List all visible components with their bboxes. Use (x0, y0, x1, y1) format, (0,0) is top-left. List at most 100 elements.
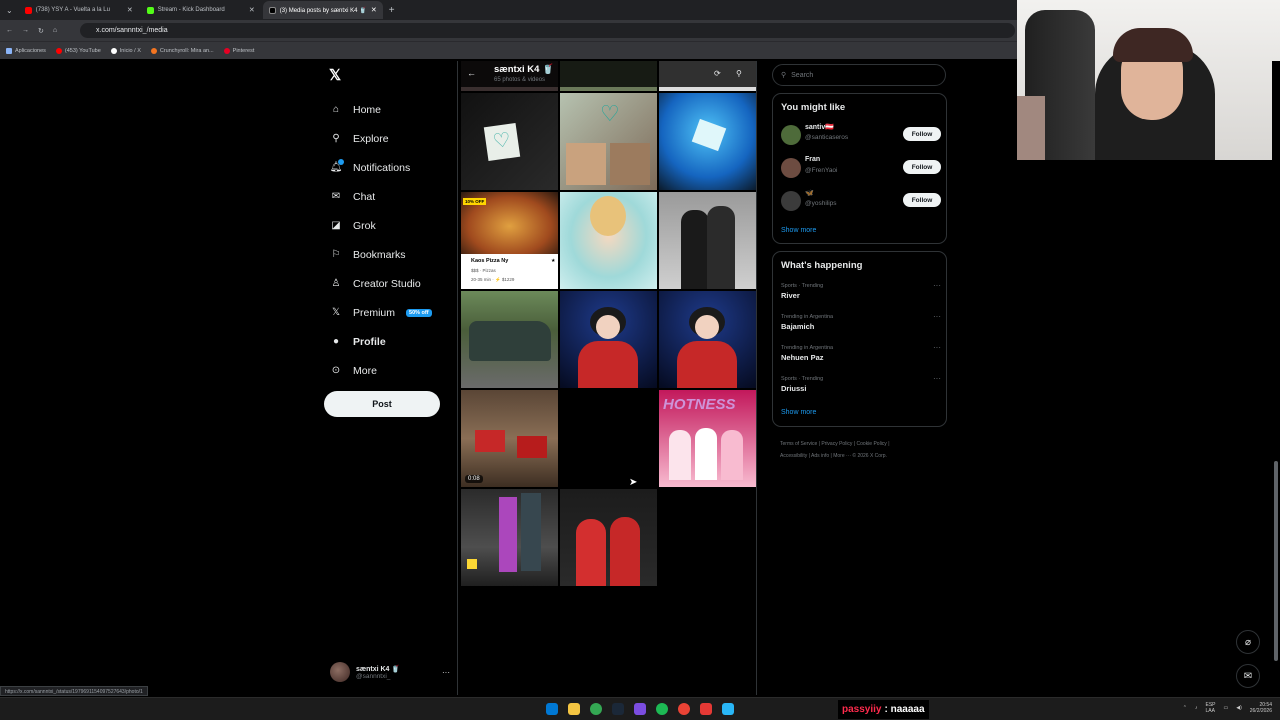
clock[interactable]: 20:54 26/2/2026 (1250, 702, 1272, 714)
new-tab-icon[interactable]: + (389, 5, 395, 16)
sidebar-item-explore[interactable]: ⚲ Explore (330, 124, 432, 153)
billboard-shape (499, 497, 517, 572)
volume-icon[interactable]: ◀) (1236, 705, 1242, 711)
taxi-shape (467, 559, 477, 569)
bookmark-pinterest[interactable]: Pinterest (223, 47, 254, 54)
sidebar-item-chat[interactable]: ✉ Chat (330, 182, 432, 211)
user-name: santiv🇦🇹 (805, 124, 834, 131)
show-more-link[interactable]: Show more (781, 227, 816, 234)
grok-icon[interactable]: ⟳ (714, 69, 721, 78)
trend-item[interactable]: Sports · Trending Driussi ··· (781, 374, 941, 393)
close-icon[interactable]: ✕ (249, 6, 255, 14)
media-thumbnail[interactable] (560, 489, 657, 586)
media-thumbnail[interactable]: ♡ (461, 93, 558, 190)
media-thumbnail[interactable]: 10% OFF Kaos Pizza Ny $$$ · Pizzas 20-35… (461, 192, 558, 289)
tab-title: Stream - Kick Dashboard (157, 7, 225, 13)
footer-link[interactable]: Cookie Policy (857, 441, 887, 447)
more-dots-icon[interactable]: ··· (933, 374, 941, 383)
close-icon[interactable]: ✕ (127, 6, 133, 14)
show-more-link[interactable]: Show more (781, 409, 816, 416)
folder-icon[interactable] (568, 703, 580, 715)
more-dots-icon[interactable]: ··· (442, 668, 450, 677)
windows-start-icon[interactable] (546, 703, 558, 715)
app-icon[interactable] (700, 703, 712, 715)
more-dots-icon[interactable]: ··· (933, 343, 941, 352)
grok-icon[interactable]: ⌀ (1236, 630, 1260, 654)
back-arrow-icon[interactable]: ← (467, 68, 476, 78)
network-icon[interactable]: ▭ (1224, 705, 1229, 711)
media-thumbnail[interactable] (461, 489, 558, 586)
media-thumbnail[interactable]: ♡ (560, 93, 657, 190)
sidebar-item-bookmarks[interactable]: ⚐ Bookmarks (330, 240, 432, 269)
sidebar-item-creator-studio[interactable]: ♙ Creator Studio (330, 269, 432, 298)
footer-link[interactable]: Privacy Policy (821, 441, 852, 447)
media-thumbnail[interactable] (659, 192, 756, 289)
footer-link[interactable]: Ads info (811, 453, 829, 459)
suggested-user[interactable]: 🦋 @yoshilips Follow (781, 189, 941, 217)
back-arrow-icon[interactable]: ← (6, 27, 13, 34)
bookmark-x[interactable]: Inicio / X (110, 47, 141, 54)
sidebar-item-notifications[interactable]: 🔔︎ Notifications (330, 153, 432, 182)
browser-tab-youtube[interactable]: (738) YSY A - Vuelta a la Lu ✕ (19, 1, 139, 19)
forward-arrow-icon[interactable]: → (22, 27, 29, 34)
chevron-up-icon[interactable]: ⌃ (1183, 705, 1187, 711)
mouse-cursor-icon: ➤ (629, 477, 638, 488)
bookmark-label: (453) YouTube (64, 47, 101, 54)
language-indicator[interactable]: ESP LAA (1205, 702, 1215, 714)
spotify-icon[interactable] (656, 703, 668, 715)
more-dots-icon[interactable]: ··· (933, 312, 941, 321)
follow-button[interactable]: Follow (903, 127, 941, 141)
media-thumbnail[interactable]: 0:08 (461, 390, 558, 487)
post-button[interactable]: Post (324, 391, 440, 417)
sidebar-item-more[interactable]: ⊙ More (330, 356, 432, 385)
card-title: What's happening (781, 260, 863, 271)
account-switcher[interactable]: sæntxi K4 🥤 @sannntxi_ ··· (330, 662, 450, 682)
media-thumbnail[interactable]: HOTNESS (659, 390, 756, 487)
search-icon[interactable]: ⚲ (736, 69, 742, 78)
chrome-icon[interactable] (678, 703, 690, 715)
steam-icon[interactable] (612, 703, 624, 715)
bookmark-crunchyroll[interactable]: Crunchyroll: Mira an... (150, 47, 214, 54)
suggested-user[interactable]: santiv🇦🇹 @santicaseros Follow (781, 123, 941, 151)
trend-item[interactable]: Sports · Trending River ··· (781, 281, 941, 300)
windows-taskbar: passyiiy : naaaaa ⌃ ♪ ESP LAA ▭ ◀) 20:54 2… (0, 697, 1280, 720)
app-icon[interactable] (634, 703, 646, 715)
browser-tab-kick[interactable]: Stream - Kick Dashboard ✕ (141, 1, 261, 19)
sidebar-item-label: Creator Studio (353, 277, 421, 290)
reload-icon[interactable]: ↻ (38, 27, 44, 35)
bookmark-youtube[interactable]: (453) YouTube (55, 47, 101, 54)
trend-item[interactable]: Trending in Argentina Bajamich ··· (781, 312, 941, 331)
media-thumbnail[interactable] (560, 291, 657, 388)
more-dots-icon[interactable]: ··· (933, 281, 941, 290)
browser-tab-x[interactable]: (3) Media posts by sæntxi K4 🥤 ✕ (262, 1, 383, 19)
media-thumbnail[interactable] (560, 192, 657, 289)
bookmark-apps[interactable]: Aplicaciones (6, 47, 46, 54)
media-thumbnail[interactable] (659, 93, 756, 190)
tab-search-icon[interactable]: ⌄ (6, 6, 13, 15)
telegram-icon[interactable] (722, 703, 734, 715)
suggested-user[interactable]: Fran @FrenYaoi Follow (781, 156, 941, 184)
scrollbar-thumb[interactable] (1274, 461, 1278, 661)
media-thumbnail[interactable] (560, 390, 657, 487)
home-icon[interactable]: ⌂ (53, 27, 57, 34)
mic-icon[interactable]: ♪ (1195, 705, 1198, 711)
sidebar-item-premium[interactable]: 𝕏 Premium 50% off (330, 298, 432, 327)
follow-button[interactable]: Follow (903, 193, 941, 207)
url-field[interactable]: x.com/sannntxi_/media (80, 23, 1015, 38)
follow-button[interactable]: Follow (903, 160, 941, 174)
footer-link[interactable]: More ··· (833, 453, 851, 459)
mail-icon[interactable]: ✉ (1236, 664, 1260, 688)
trend-item[interactable]: Trending in Argentina Nehuen Paz ··· (781, 343, 941, 362)
sidebar-item-home[interactable]: ⌂ Home (330, 95, 432, 124)
x-logo-icon[interactable]: 𝕏 (329, 66, 341, 84)
sidebar-item-grok[interactable]: ◪ Grok (330, 211, 432, 240)
close-icon[interactable]: ✕ (371, 6, 377, 14)
footer-link[interactable]: Accessibility (780, 453, 807, 459)
search-input[interactable]: ⚲ Search (772, 64, 946, 86)
media-thumbnail[interactable] (659, 291, 756, 388)
sidebar-item-profile[interactable]: ● Profile (330, 327, 432, 356)
page-scrollbar[interactable] (1272, 61, 1280, 696)
media-thumbnail[interactable] (461, 291, 558, 388)
footer-link[interactable]: Terms of Service (780, 441, 817, 447)
chrome-icon[interactable] (590, 703, 602, 715)
